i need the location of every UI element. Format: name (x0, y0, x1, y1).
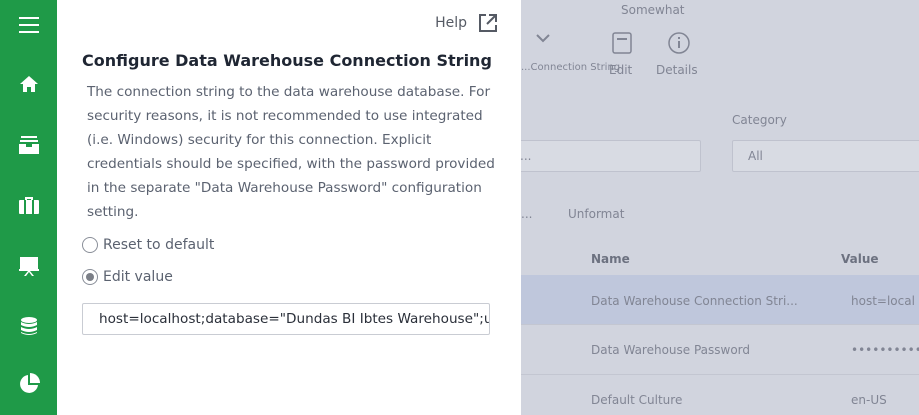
category-select[interactable]: All (732, 140, 919, 172)
nav-rail (0, 0, 57, 415)
setting-description: The connection string to the data wareho… (87, 84, 495, 220)
menu-button[interactable] (0, 5, 57, 45)
external-link-icon (479, 14, 497, 32)
toolbar-partial-label: ...Connection String (521, 62, 621, 73)
reset-to-default-option[interactable]: Reset to default (82, 237, 214, 253)
home-icon (19, 76, 38, 92)
edit-label: Edit value (103, 269, 173, 285)
table-row[interactable]: Data Warehouse Password •••••••••• (521, 325, 919, 375)
nav-pie-chart-button[interactable] (0, 364, 57, 404)
pie-chart-icon (19, 373, 40, 393)
presentation-icon (18, 257, 39, 276)
toolbar-group-label: Somewhat (621, 3, 685, 17)
edit-icon (612, 32, 632, 54)
category-label: Category (732, 113, 787, 127)
connection-string-input[interactable] (82, 303, 490, 335)
configure-setting-panel: Help Configure Data Warehouse Connection… (57, 0, 521, 415)
database-icon (20, 317, 37, 335)
inbox-icon (18, 136, 39, 154)
table-row[interactable]: Data Warehouse Connection Stri... host=l… (521, 275, 919, 325)
table-row[interactable]: Default Culture en-US (521, 375, 919, 415)
background-app: Somewhat ...Connection String Edit Detai… (521, 0, 919, 415)
briefcase-icon (18, 197, 39, 214)
reset-label: Reset to default (103, 237, 215, 253)
details-icon (668, 32, 690, 54)
menu-icon (18, 17, 39, 33)
nav-inbox-button[interactable] (0, 125, 57, 165)
filter-input[interactable]: ... (521, 140, 701, 172)
filter-option-label: ... (521, 207, 533, 221)
help-label: Help (435, 15, 467, 31)
help-link[interactable]: Help (435, 14, 497, 32)
nav-database-button[interactable] (0, 306, 57, 346)
nav-briefcase-button[interactable] (0, 185, 57, 225)
dialog-title: Configure Data Warehouse Connection Stri… (82, 51, 492, 70)
nav-home-button[interactable] (0, 64, 57, 104)
unformat-option[interactable]: Unformat (568, 207, 624, 221)
edit-radio[interactable] (82, 269, 98, 285)
collapse-icon (536, 34, 550, 43)
edit-value-option[interactable]: Edit value (82, 269, 173, 285)
toolbar-details-label: Details (656, 63, 698, 77)
reset-radio[interactable] (82, 237, 98, 253)
toolbar-edit-label: Edit (609, 63, 633, 77)
column-header-name: Name (591, 252, 630, 266)
column-header-value: Value (841, 252, 879, 266)
nav-presentation-button[interactable] (0, 246, 57, 286)
